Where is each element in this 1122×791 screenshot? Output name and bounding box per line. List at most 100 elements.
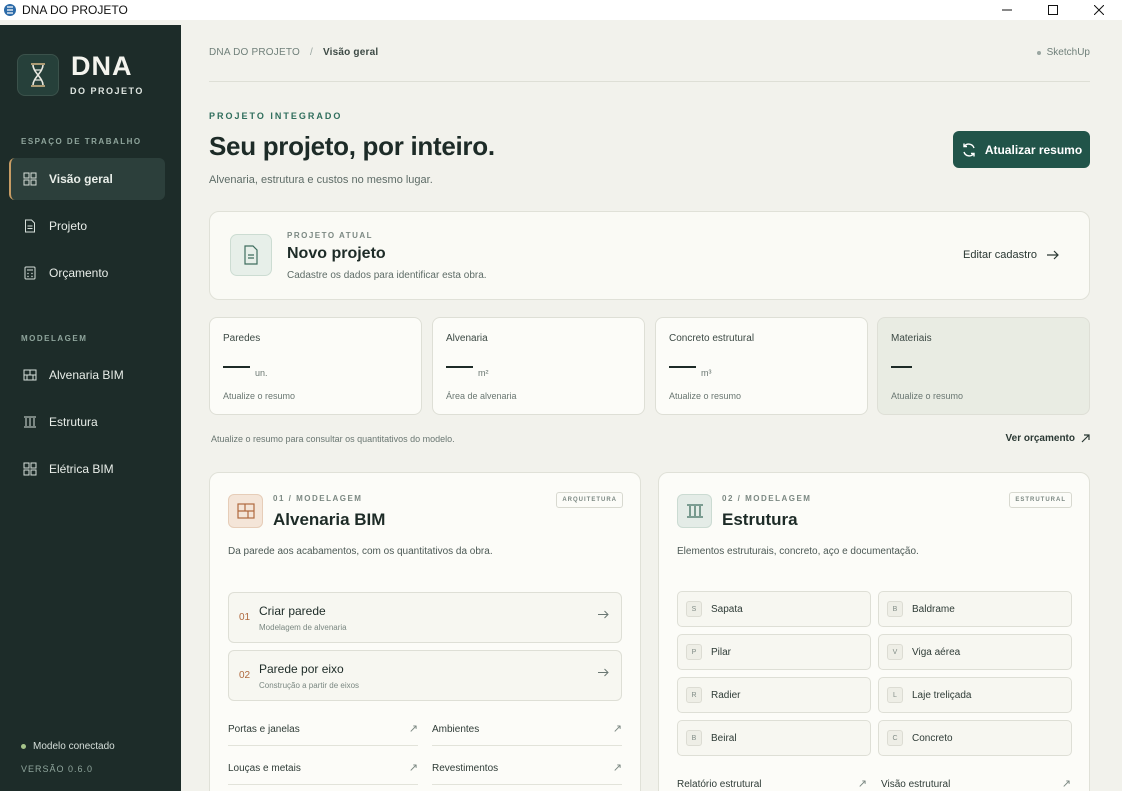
element-eave[interactable]: B Beiral [677, 720, 871, 756]
stat-unit: un. [255, 368, 268, 378]
logo-title: DNA [71, 51, 133, 81]
element-key: S [686, 601, 702, 617]
sidebar-item-overview[interactable]: Visão geral [9, 158, 165, 200]
sidebar-item-electrical-bim[interactable]: Elétrica BIM [9, 448, 165, 490]
element-concrete[interactable]: C Concreto [878, 720, 1072, 756]
maximize-button[interactable] [1030, 0, 1076, 20]
stat-label: Materiais [891, 333, 932, 344]
sidebar-item-masonry-bim[interactable]: Alvenaria BIM [9, 354, 165, 396]
element-label: Beiral [711, 732, 737, 744]
page-subtitle: Alvenaria, estrutura e custos no mesmo l… [209, 174, 433, 186]
sidebar-item-label: Visão geral [49, 172, 113, 186]
element-column[interactable]: P Pilar [677, 634, 871, 670]
sidebar-item-project[interactable]: Projeto [9, 205, 165, 247]
step-title: Criar parede [259, 604, 326, 618]
stat-card-walls: Paredes un. Atualize o resumo [209, 317, 422, 415]
header-divider [209, 81, 1090, 82]
step-subtitle: Construção a partir de eixos [259, 681, 360, 690]
dna-logo-icon [17, 54, 59, 96]
external-arrow-icon: ↗ [408, 723, 418, 735]
element-beam[interactable]: V Viga aérea [878, 634, 1072, 670]
element-raft[interactable]: R Radier [677, 677, 871, 713]
stat-empty-value [891, 366, 912, 368]
module-badge: ARQUITETURA [556, 492, 623, 508]
coverings-link[interactable]: Revestimentos ↗ [432, 759, 622, 785]
wall-icon [22, 367, 38, 383]
minimize-icon [1002, 9, 1012, 11]
link-label: Revestimentos [432, 763, 499, 774]
sidebar-item-budget[interactable]: Orçamento [9, 252, 165, 294]
edit-registration-link[interactable]: Editar cadastro [963, 249, 1059, 261]
version-label: VERSÃO 0.6.0 [21, 764, 94, 774]
structural-view-link[interactable]: Visão estrutural ↗ [881, 775, 1071, 791]
module-description: Da parede aos acabamentos, com os quanti… [228, 546, 493, 557]
element-slab[interactable]: L Laje treliçada [878, 677, 1072, 713]
stat-empty-value [669, 366, 696, 368]
refresh-icon [963, 142, 975, 157]
app-logo-icon [4, 4, 16, 16]
connection-status: Modelo conectado [21, 741, 115, 752]
window-titlebar: DNA DO PROJETO [0, 0, 1122, 20]
fixtures-link[interactable]: Louças e metais ↗ [228, 759, 418, 785]
element-key: C [887, 730, 903, 746]
stat-hint: Área de alvenaria [446, 391, 517, 401]
sidebar-item-structure[interactable]: Estrutura [9, 401, 165, 443]
stat-label: Paredes [223, 333, 261, 344]
stat-card-masonry: Alvenaria m² Área de alvenaria [432, 317, 645, 415]
refresh-summary-label: Atualizar resumo [984, 142, 1083, 157]
main-content: DNA DO PROJETO / Visão geral SketchUp PROJ… [181, 25, 1122, 791]
refresh-summary-button[interactable]: Atualizar resumo [953, 131, 1090, 168]
stat-hint: Atualize o resumo [891, 391, 964, 401]
module-description: Elementos estruturais, concreto, aço e d… [677, 546, 919, 557]
stat-card-concrete: Concreto estrutural m³ Atualize o resumo [655, 317, 868, 415]
external-arrow-icon: ↗ [612, 723, 622, 735]
step-number: 02 [239, 670, 251, 681]
sidebar-item-label: Alvenaria BIM [49, 368, 124, 382]
stat-empty-value [223, 366, 250, 368]
element-label: Pilar [711, 646, 732, 658]
external-arrow-icon: ↗ [1061, 778, 1071, 790]
close-icon [1094, 5, 1104, 15]
element-label: Sapata [711, 603, 743, 615]
stats-note: Atualize o resumo para consultar os quan… [211, 434, 455, 444]
view-budget-label: Ver orçamento [1005, 433, 1075, 444]
wall-layout-icon [228, 494, 263, 528]
logo-subtitle: DO PROJETO [70, 86, 144, 96]
module-eyebrow: 01 / MODELAGEM [273, 494, 363, 503]
element-key: V [887, 644, 903, 660]
hero-eyebrow: PROJETO INTEGRADO [209, 111, 343, 121]
element-label: Concreto [912, 732, 953, 744]
external-arrow-icon: ↗ [612, 762, 622, 774]
external-arrow-icon: ↗ [408, 762, 418, 774]
structural-report-link[interactable]: Relatório estrutural ↗ [677, 775, 867, 791]
link-label: Louças e metais [228, 763, 301, 774]
breadcrumb-root[interactable]: DNA DO PROJETO [209, 47, 300, 58]
stat-hint: Atualize o resumo [223, 391, 296, 401]
close-button[interactable] [1076, 0, 1122, 20]
doors-windows-link[interactable]: Portas e janelas ↗ [228, 720, 418, 746]
step-title: Parede por eixo [259, 662, 344, 676]
stat-card-materials: Materiais Atualize o resumo [877, 317, 1090, 415]
project-subtitle: Cadastre os dados para identificar esta … [287, 270, 487, 281]
create-wall-button[interactable]: 01 Criar parede Modelagem de alvenaria [228, 592, 622, 643]
stat-unit: m² [478, 368, 489, 378]
element-grade-beam[interactable]: B Baldrame [878, 591, 1072, 627]
masonry-bim-card: 01 / MODELAGEM Alvenaria BIM ARQUITETURA… [209, 472, 641, 791]
sketchup-status: SketchUp [1036, 47, 1090, 58]
view-budget-link[interactable]: Ver orçamento [1006, 433, 1090, 444]
sidebar-item-label: Orçamento [49, 266, 109, 280]
structure-card: 02 / MODELAGEM Estrutura ESTRUTURAL Elem… [658, 472, 1090, 791]
current-project-card: PROJETO ATUAL Novo projeto Cadastre os d… [209, 211, 1090, 300]
grid-icon [22, 461, 38, 477]
status-text: Modelo conectado [33, 741, 115, 752]
calculator-icon [22, 265, 38, 281]
status-dot [1036, 50, 1041, 55]
module-title: Estrutura [722, 510, 798, 529]
wall-by-axis-button[interactable]: 02 Parede por eixo Construção a partir d… [228, 650, 622, 701]
maximize-icon [1048, 5, 1058, 15]
element-label: Radier [711, 689, 741, 701]
minimize-button[interactable] [984, 0, 1030, 20]
element-footing[interactable]: S Sapata [677, 591, 871, 627]
rooms-link[interactable]: Ambientes ↗ [432, 720, 622, 746]
stat-label: Alvenaria [446, 333, 488, 344]
